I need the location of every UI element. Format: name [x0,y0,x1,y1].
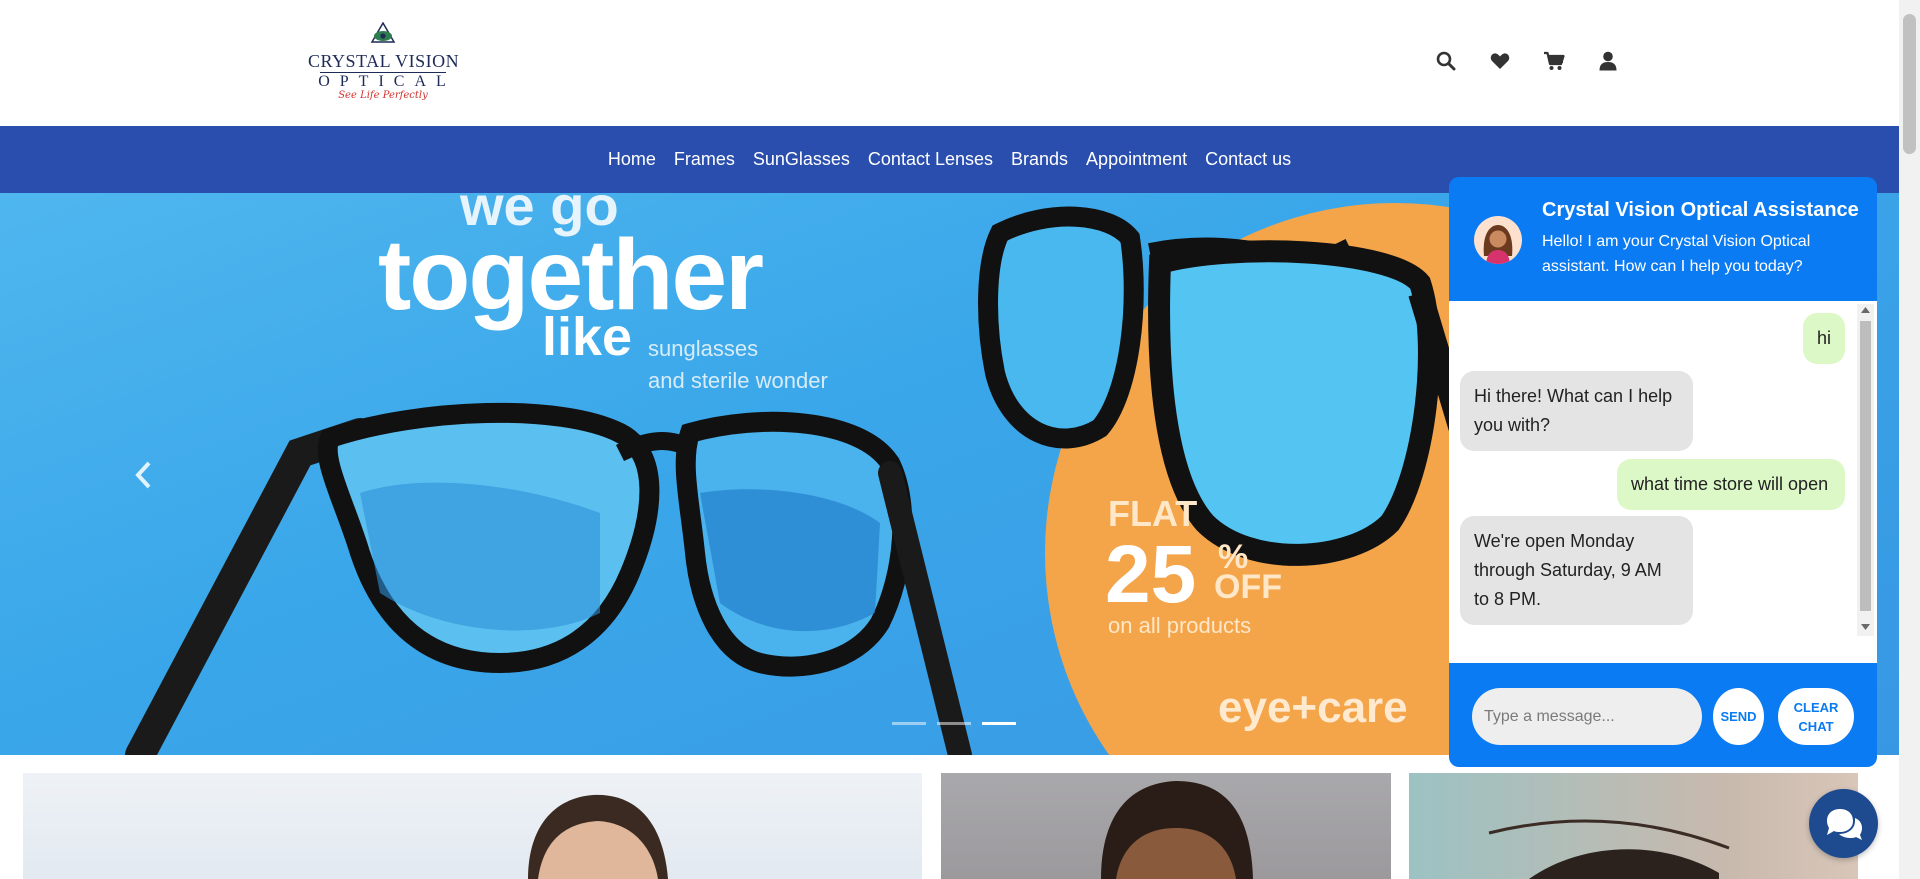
chat-widget: Crystal Vision Optical Assistance Hello!… [1449,177,1877,767]
chat-message-user: hi [1803,313,1845,364]
chat-clear-button[interactable]: CLEAR CHAT [1778,688,1854,745]
carousel-indicator-3[interactable] [982,722,1016,725]
category-tile-men[interactable] [23,773,922,879]
promo-off: OFF [1214,568,1282,606]
nav-appointment[interactable]: Appointment [1086,149,1187,170]
promo-brand: eye+care [1218,683,1408,732]
carousel-prev-button[interactable] [128,455,158,495]
chat-message-input[interactable] [1472,688,1702,745]
brand-logo[interactable]: CRYSTAL VISION OPTICAL See Life Perfectl… [308,21,460,102]
chat-scrollbar-thumb[interactable] [1860,321,1871,611]
tile-photo-boy [1101,781,1253,879]
page-scrollbar-thumb[interactable] [1903,14,1916,154]
logo-subname: OPTICAL [318,73,456,90]
chat-message-bot: Hi there! What can I help you with? [1460,371,1693,451]
chat-messages: hi Hi there! What can I help you with? w… [1449,301,1877,663]
chat-message-user: what time store will open [1617,459,1845,510]
chat-toggle-button[interactable] [1809,789,1878,858]
hero-text-wonder: and sterile wonder [648,368,828,393]
carousel-indicator-1[interactable] [892,722,926,725]
promo-value: 25 [1105,529,1197,620]
nav-brands[interactable]: Brands [1011,149,1068,170]
nav-home[interactable]: Home [608,149,656,170]
cart-icon[interactable] [1543,50,1565,72]
nav-frames[interactable]: Frames [674,149,735,170]
chat-bubbles-icon [1826,808,1862,840]
hero-text-like: like [542,307,633,367]
site-header: CRYSTAL VISION OPTICAL See Life Perfectl… [0,0,1899,126]
carousel-indicator-2[interactable] [937,722,971,725]
sunglasses-front [125,402,972,755]
scroll-down-arrow-icon[interactable] [1860,622,1871,632]
chevron-left-icon [135,461,151,489]
nav-sunglasses[interactable]: SunGlasses [753,149,850,170]
scroll-up-arrow-icon[interactable] [1860,305,1871,315]
category-tile-contact-lenses[interactable] [1409,773,1858,879]
tile-photo-eye [1488,819,1730,879]
hero-text-sunglasses: sunglasses [648,336,759,361]
logo-tagline: See Life Perfectly [338,90,428,101]
chat-title: Crystal Vision Optical Assistance [1542,199,1859,221]
header-actions [1435,50,1619,72]
tile-photo-man [528,794,668,879]
assistant-avatar [1474,216,1522,264]
chat-greeting: Hello! I am your Crystal Vision Optical … [1542,233,1811,275]
logo-eye-icon [370,21,396,43]
nav-contact-us[interactable]: Contact us [1205,149,1291,170]
chat-header: Crystal Vision Optical Assistance Hello!… [1449,177,1877,301]
category-tile-kids[interactable] [941,773,1391,879]
logo-name: CRYSTAL VISION [308,51,460,71]
user-icon[interactable] [1597,50,1619,72]
heart-icon[interactable] [1489,50,1511,72]
search-icon[interactable] [1435,50,1457,72]
chat-send-button[interactable]: SEND [1713,688,1764,745]
carousel-indicators [892,722,1016,725]
sunglasses-back [978,206,1492,566]
chat-message-bot: We're open Monday through Saturday, 9 AM… [1460,516,1693,625]
promo-scope: on all products [1108,613,1252,638]
nav-contact-lenses[interactable]: Contact Lenses [868,149,993,170]
